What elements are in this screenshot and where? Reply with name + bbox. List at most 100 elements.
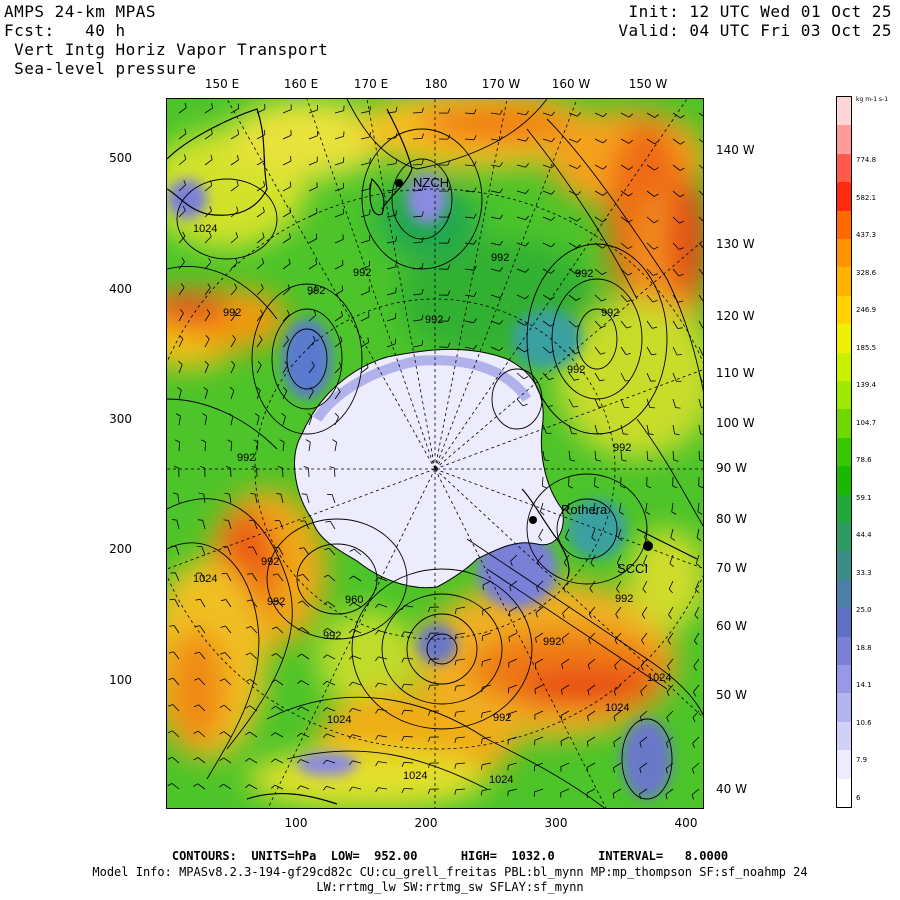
contour-label: 1024 [193, 223, 217, 235]
lon-label: 150 E [204, 77, 240, 91]
colorbar-label: 328.6 [856, 268, 877, 277]
lon-label-right: 130 W [716, 237, 755, 251]
contour-label: 992 [613, 442, 631, 454]
colorbar-label: 6 [856, 794, 861, 802]
colorbar-swatch [837, 750, 851, 780]
contours-info: CONTOURS: UNITS=hPa LOW= 952.00 HIGH= 10… [171, 849, 729, 863]
x-tick-label: 300 [544, 816, 568, 830]
colorbar-swatch [837, 608, 851, 638]
colorbar-label: 246.9 [856, 306, 877, 315]
colorbar-swatch [837, 494, 851, 524]
lon-label: 160 W [551, 77, 591, 91]
contour-label: 1024 [605, 702, 629, 714]
lon-label-right: 100 W [716, 416, 755, 430]
colorbar-swatch [837, 551, 851, 581]
contour-label: 992 [425, 314, 443, 326]
field-title-2: Sea-level pressure [4, 59, 197, 78]
wind-barb-flag [677, 354, 683, 356]
model-title: AMPS 24-km MPAS [4, 2, 156, 21]
station-label-rothera: Rothera [561, 502, 608, 517]
wind-barb-flag [597, 433, 603, 435]
colorbar-swatch [837, 153, 851, 183]
wind-barb-flag [369, 209, 371, 215]
colorbar-swatch [837, 352, 851, 382]
station-label-nzch: NZCH [413, 175, 449, 190]
valid-time: Valid: 04 UTC Fri 03 Oct 25 [618, 21, 892, 40]
colorbar [836, 96, 852, 808]
colorbar-label: 185.5 [856, 343, 877, 352]
forecast-hour: Fcst: 40 h [4, 21, 126, 40]
colorbar-label: 437.3 [856, 231, 877, 240]
contour-label: 992 [307, 285, 325, 297]
wind-barb-flag [395, 287, 397, 293]
lon-label-right: 60 W [716, 619, 747, 633]
wind-barb-shaft [568, 476, 570, 487]
station-marker-scci [643, 541, 653, 551]
colorbar-label: 33.3 [856, 568, 872, 577]
station-marker-rothera [529, 516, 537, 524]
contour-label: 992 [353, 267, 371, 279]
y-tick-label: 100 [109, 673, 132, 687]
wind-barb-flag [507, 765, 509, 771]
lon-label-right: 140 W [716, 143, 755, 157]
wind-barb-flag [481, 661, 483, 667]
colorbar-label: 14.1 [856, 681, 872, 690]
lon-label-right: 90 W [716, 461, 747, 475]
station-marker-nzch [395, 179, 403, 187]
colorbar-swatch [837, 409, 851, 439]
colorbar-label: 139.4 [856, 381, 877, 390]
wind-barb-flag [301, 493, 307, 495]
colorbar-swatch [837, 295, 851, 325]
lon-label-right: 40 W [716, 782, 747, 796]
colorbar-swatch [837, 239, 851, 268]
colorbar-swatch [837, 579, 851, 609]
lon-label: 170 W [481, 77, 521, 91]
contour-label: 992 [491, 252, 509, 264]
lon-label: 180 [424, 77, 448, 91]
colorbar-swatch [837, 693, 851, 723]
lon-label: 150 W [628, 77, 668, 91]
colorbar-swatch [837, 636, 851, 666]
lon-label-right: 70 W [716, 561, 747, 575]
x-tick-label: 200 [414, 816, 438, 830]
contour-label: 992 [543, 636, 561, 648]
wind-barb-shaft [282, 467, 284, 478]
colorbar-swatch [837, 125, 851, 155]
lon-label: 170 E [353, 77, 389, 91]
wind-barb-flag [625, 380, 631, 382]
contour-label: 992 [575, 268, 593, 280]
colorbar-swatch [837, 182, 851, 212]
field-title-1: Vert Intg Horiz Vapor Transport [4, 40, 329, 59]
contour-label: 1024 [403, 770, 427, 782]
colorbar-label: 104.7 [856, 418, 877, 427]
colorbar-swatch [837, 778, 851, 808]
colorbar-swatch [837, 437, 851, 467]
contour-label: 1024 [489, 774, 513, 786]
contour-label: 1024 [193, 573, 217, 585]
contour-label: 992 [223, 307, 241, 319]
contour-label: 992 [567, 364, 585, 376]
colorbar-swatch [837, 267, 851, 297]
y-tick-label: 500 [109, 151, 132, 165]
y-tick-label: 400 [109, 282, 132, 296]
colorbar-swatch [837, 210, 851, 240]
colorbar-label: 774.8 [856, 156, 877, 164]
colorbar-units: kg m-1 s-1 [856, 96, 889, 103]
contour-label: 992 [267, 596, 285, 608]
x-tick-label: 100 [284, 816, 308, 830]
init-time: Init: 12 UTC Wed 01 Oct 25 [628, 2, 892, 21]
colorbar-label: 78.6 [856, 456, 872, 465]
colorbar-swatch [837, 665, 851, 694]
wind-barb-flag [369, 183, 371, 189]
contour-label: 992 [615, 593, 633, 605]
colorbar-label: 59.1 [856, 493, 872, 502]
lon-label-right: 110 W [716, 366, 755, 380]
colorbar-swatch [837, 324, 851, 354]
model-info-2: LW:rrtmg_lw SW:rrtmg_sw SFLAY:sf_mynn [316, 880, 584, 894]
contour-label: 960 [345, 594, 363, 606]
contour-label: 992 [237, 452, 255, 464]
lon-label: 160 E [283, 77, 319, 91]
contour-label: 992 [601, 307, 619, 319]
y-tick-label: 300 [109, 412, 132, 426]
contour-label: 992 [261, 556, 279, 568]
